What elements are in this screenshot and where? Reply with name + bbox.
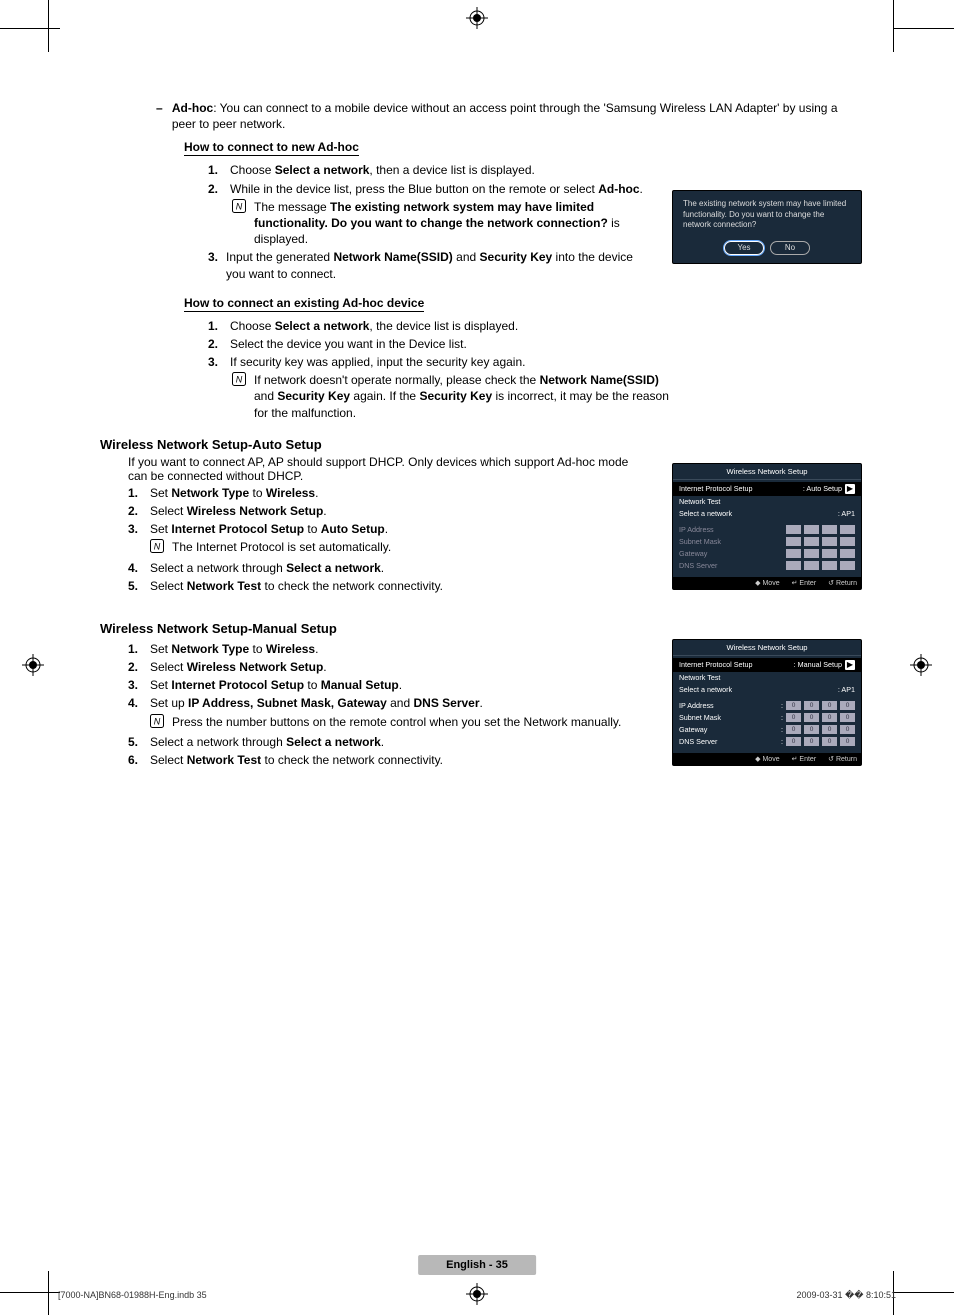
svg-text:N: N (154, 716, 161, 726)
panel-footer: ◆ Move ↵ Enter ↺ Return (673, 753, 861, 765)
howto-new-title: How to connect to new Ad-hoc (184, 140, 359, 156)
note-icon: N (150, 714, 166, 732)
crop-mark (48, 1271, 49, 1315)
manual-step2: 2. Select Wireless Network Setup. (100, 659, 652, 675)
manual-step6: 6. Select Network Test to check the netw… (100, 752, 652, 768)
enter-icon: ↵ (792, 756, 798, 763)
dash-icon: – (156, 100, 172, 116)
howto-existing-step3: 3. If security key was applied, input th… (100, 354, 862, 370)
footer-right: 2009-03-31 �� 8:10:51 (796, 1290, 896, 1301)
yes-button[interactable]: Yes (724, 241, 764, 255)
panel-ips-row[interactable]: Internet Protocol Setup : Auto Setup▶ (673, 482, 861, 496)
step-num: 3. (208, 249, 226, 265)
note-icon: N (150, 539, 166, 557)
howto-existing-step1: 1. Choose Select a network, the device l… (100, 318, 862, 334)
panel-gateway-row: Gateway (679, 548, 855, 560)
adhoc-bullet: – Ad-hoc: You can connect to a mobile de… (100, 100, 862, 132)
manual-step4-note: N Press the number buttons on the remote… (100, 714, 652, 732)
auto-setup-title: Wireless Network Setup-Auto Setup (100, 437, 862, 452)
panel-dns-row[interactable]: DNS Server:0000 (679, 736, 855, 748)
arrow-right-icon: ▶ (845, 484, 855, 494)
howto-new-note: N The message The existing network syste… (100, 199, 652, 248)
step-num: 2. (208, 336, 230, 352)
crop-mark (894, 1292, 954, 1293)
step-num: 3. (208, 354, 230, 370)
howto-new-step3: 3. Input the generated Network Name(SSID… (100, 249, 652, 281)
adhoc-label: Ad-hoc (172, 101, 213, 115)
return-icon: ↺ (828, 756, 834, 763)
panel-ips-row[interactable]: Internet Protocol Setup : Manual Setup▶ (673, 658, 861, 672)
step-num: 2. (208, 181, 230, 197)
auto-step2: 2. Select Wireless Network Setup. (100, 503, 652, 519)
auto-step3-note: N The Internet Protocol is set automatic… (100, 539, 652, 557)
panel-footer: ◆ Move ↵ Enter ↺ Return (673, 577, 861, 589)
crop-mark (893, 0, 894, 52)
auto-setup-panel: Wireless Network Setup Internet Protocol… (672, 463, 862, 590)
registration-mark-icon (910, 654, 932, 676)
svg-text:N: N (236, 375, 243, 385)
panel-gateway-row[interactable]: Gateway:0000 (679, 724, 855, 736)
auto-step3: 3. Set Internet Protocol Setup to Auto S… (100, 521, 652, 537)
note-icon: N (232, 372, 248, 390)
crop-mark (894, 28, 954, 29)
manual-step1: 1. Set Network Type to Wireless. (100, 641, 652, 657)
auto-step5: 5. Select Network Test to check the netw… (100, 578, 652, 594)
howto-existing-note: N If network doesn't operate normally, p… (100, 372, 862, 421)
page-content: – Ad-hoc: You can connect to a mobile de… (100, 98, 862, 789)
manual-step5: 5. Select a network through Select a net… (100, 734, 652, 750)
adhoc-desc: : You can connect to a mobile device wit… (172, 101, 838, 131)
howto-existing-title: How to connect an existing Ad-hoc device (184, 296, 424, 312)
panel-subnet-row: Subnet Mask (679, 536, 855, 548)
svg-text:N: N (236, 201, 243, 211)
manual-step3: 3. Set Internet Protocol Setup to Manual… (100, 677, 652, 693)
arrow-right-icon: ▶ (845, 660, 855, 670)
step-num: 1. (208, 162, 230, 178)
panel-ntest-row[interactable]: Network Test (679, 496, 855, 508)
note-icon: N (232, 199, 248, 217)
page-number: English - 35 (418, 1255, 536, 1275)
panel-title: Wireless Network Setup (673, 640, 861, 656)
svg-text:N: N (154, 542, 161, 552)
registration-mark-icon (22, 654, 44, 676)
howto-existing-step2: 2. Select the device you want in the Dev… (100, 336, 862, 352)
panel-ip-row: IP Address (679, 524, 855, 536)
return-icon: ↺ (828, 580, 834, 587)
panel-ntest-row[interactable]: Network Test (679, 672, 855, 684)
panel-ip-row[interactable]: IP Address:0000 (679, 700, 855, 712)
auto-step1: 1. Set Network Type to Wireless. (100, 485, 652, 501)
no-button[interactable]: No (770, 241, 810, 255)
manual-setup-title: Wireless Network Setup-Manual Setup (100, 621, 862, 636)
crop-mark (0, 28, 60, 29)
confirm-dialog: The existing network system may have lim… (672, 190, 862, 264)
move-icon: ◆ (755, 580, 760, 587)
footer-left: [7000-NA]BN68-01988H-Eng.indb 35 (58, 1290, 207, 1301)
crop-mark (0, 1292, 60, 1293)
howto-new-step1: 1. Choose Select a network, then a devic… (100, 162, 652, 178)
auto-setup-intro: If you want to connect AP, AP should sup… (100, 455, 630, 483)
registration-mark-icon (466, 7, 488, 29)
dialog-message: The existing network system may have lim… (683, 199, 851, 230)
move-icon: ◆ (755, 756, 760, 763)
panel-dns-row: DNS Server (679, 560, 855, 572)
manual-step4: 4. Set up IP Address, Subnet Mask, Gatew… (100, 695, 652, 711)
panel-subnet-row[interactable]: Subnet Mask:0000 (679, 712, 855, 724)
howto-new-step2: 2. While in the device list, press the B… (100, 181, 652, 197)
panel-san-row[interactable]: Select a network: AP1 (679, 684, 855, 696)
auto-step4: 4. Select a network through Select a net… (100, 560, 652, 576)
manual-setup-panel: Wireless Network Setup Internet Protocol… (672, 639, 862, 766)
panel-san-row[interactable]: Select a network: AP1 (679, 508, 855, 520)
print-footer: [7000-NA]BN68-01988H-Eng.indb 35 2009-03… (58, 1290, 896, 1301)
crop-mark (48, 0, 49, 52)
enter-icon: ↵ (792, 580, 798, 587)
step-num: 1. (208, 318, 230, 334)
panel-title: Wireless Network Setup (673, 464, 861, 480)
